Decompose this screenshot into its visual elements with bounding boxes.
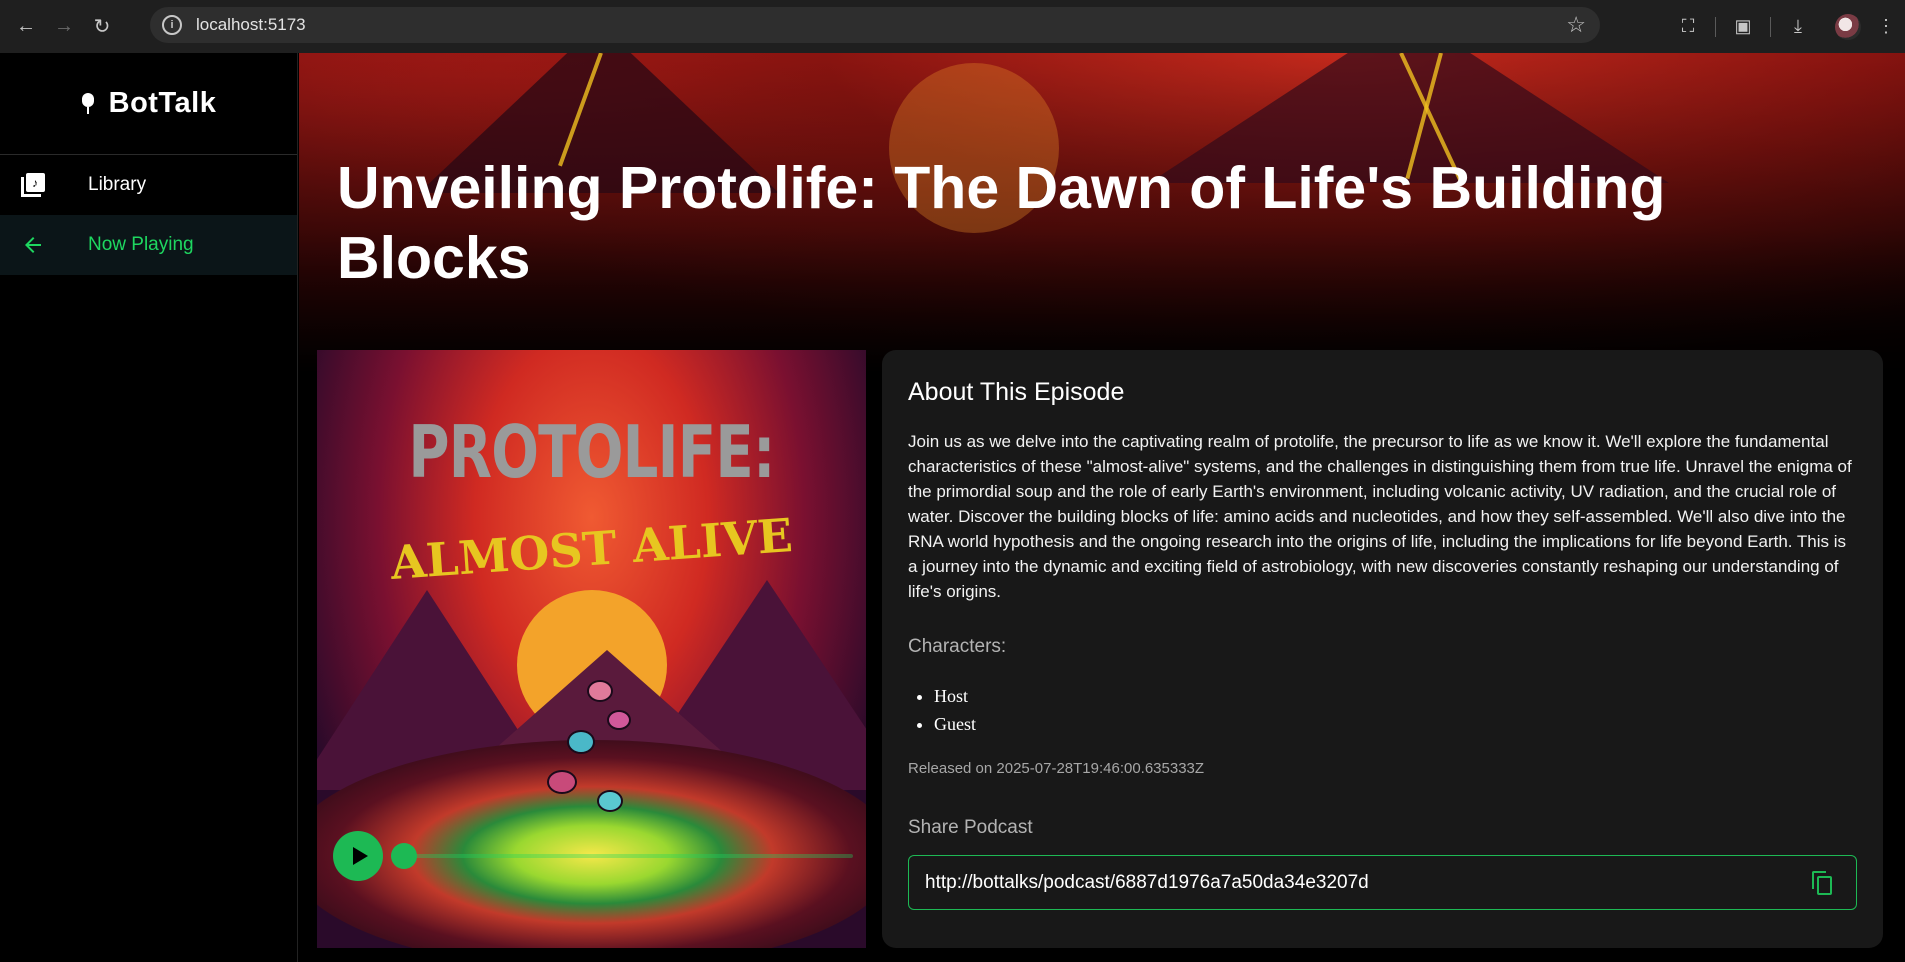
- toolbar-divider: [1715, 16, 1716, 37]
- profile-avatar[interactable]: [1835, 13, 1861, 40]
- bookmark-star-icon[interactable]: ☆: [1566, 12, 1586, 38]
- share-heading: Share Podcast: [908, 817, 1033, 838]
- copy-icon[interactable]: [1812, 870, 1834, 895]
- reload-icon[interactable]: ↻: [90, 15, 114, 39]
- list-item: Guest: [934, 710, 1857, 738]
- seek-bar[interactable]: [391, 843, 853, 869]
- episode-title: Unveiling Protolife: The Dawn of Life's …: [337, 155, 1666, 291]
- about-card: About This Episode Join us as we delve i…: [882, 350, 1883, 948]
- cover-title: PROTOLIFE:: [408, 410, 775, 494]
- extensions-icon[interactable]: ⛶: [1675, 14, 1701, 40]
- brand[interactable]: BotTalk: [0, 53, 297, 155]
- main-content: Unveiling Protolife: The Dawn of Life's …: [299, 53, 1905, 962]
- menu-dots-icon[interactable]: ⋮: [1873, 14, 1899, 40]
- arrow-back-icon: [20, 232, 46, 258]
- sidebar-item-now-playing[interactable]: Now Playing: [0, 215, 297, 275]
- address-bar[interactable]: i localhost:5173 ☆: [150, 7, 1600, 43]
- toolbar-divider: [1770, 16, 1771, 37]
- media-router-icon[interactable]: ▣: [1730, 14, 1756, 40]
- sidebar-item-library[interactable]: ♪ Library: [0, 155, 297, 215]
- back-arrow-icon[interactable]: ←: [14, 15, 38, 39]
- episode-description: Join us as we delve into the captivating…: [908, 432, 1852, 601]
- share-link-field[interactable]: http://bottalks/podcast/6887d1976a7a50da…: [908, 855, 1857, 910]
- address-url[interactable]: localhost:5173: [196, 15, 306, 35]
- brand-title: BotTalk: [108, 87, 217, 119]
- sidebar-item-label: Library: [88, 174, 147, 195]
- seek-thumb[interactable]: [391, 843, 417, 869]
- sidebar: BotTalk ♪ Library Now Playing: [0, 53, 298, 962]
- play-button[interactable]: [333, 831, 383, 881]
- release-date: Released on 2025-07-28T19:46:00.635333Z: [908, 760, 1205, 777]
- forward-arrow-icon[interactable]: →: [52, 15, 76, 39]
- list-item: Host: [934, 682, 1857, 710]
- browser-toolbar: ← → ↻ i localhost:5173 ☆ ⛶ ▣ ⤓ ⋮: [0, 0, 1905, 53]
- about-heading: About This Episode: [908, 378, 1125, 406]
- characters-list: Host Guest: [908, 682, 1857, 738]
- site-info-icon[interactable]: i: [162, 15, 182, 35]
- library-music-icon: ♪: [20, 172, 46, 198]
- share-link[interactable]: http://bottalks/podcast/6887d1976a7a50da…: [925, 872, 1812, 894]
- characters-heading: Characters:: [908, 636, 1007, 657]
- audio-player: [333, 830, 853, 882]
- play-icon: [352, 847, 368, 865]
- sidebar-item-label: Now Playing: [88, 234, 194, 255]
- download-icon[interactable]: ⤓: [1785, 14, 1811, 40]
- microphone-icon: [81, 92, 95, 115]
